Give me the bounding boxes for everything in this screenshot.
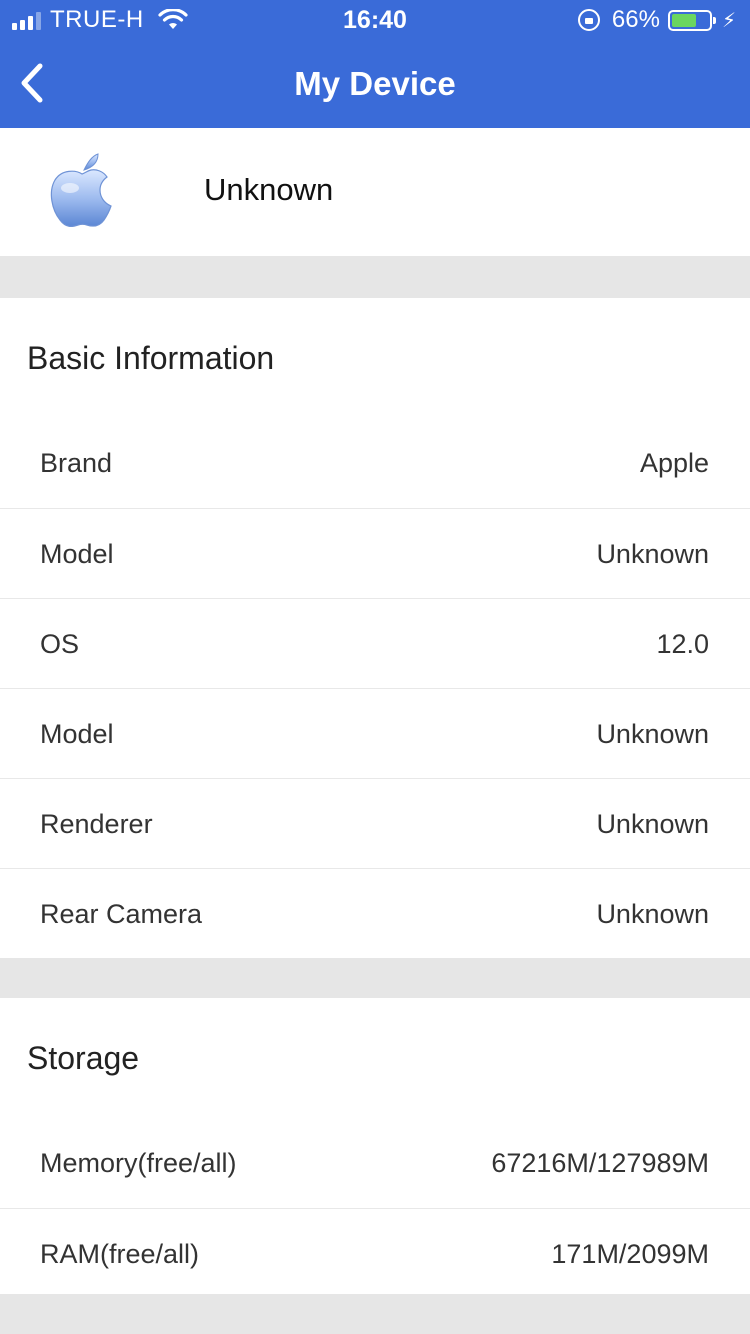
rotation-lock-icon — [577, 9, 600, 31]
info-row-renderer: Renderer Unknown — [0, 778, 750, 868]
row-value: 171M/2099M — [551, 1239, 709, 1269]
storage-section: Storage Memory(free/all) 67216M/127989M … — [0, 998, 750, 1294]
row-label: OS — [40, 629, 80, 659]
device-name: Unknown — [204, 172, 334, 207]
row-value: Unknown — [596, 809, 709, 839]
nav-bar: My Device — [0, 40, 750, 128]
row-value: Apple — [639, 448, 709, 478]
battery-percent: 66% — [611, 6, 660, 33]
storage-row-memory: Memory(free/all) 67216M/127989M — [0, 1118, 750, 1208]
row-label: Rear Camera — [40, 899, 203, 929]
status-right: 66% ⚡ — [577, 6, 736, 34]
info-row-model-2: Model Unknown — [0, 688, 750, 778]
row-label: Brand — [40, 448, 113, 478]
section-title: Basic Information — [27, 340, 275, 376]
row-label: Model — [40, 719, 114, 749]
row-label: RAM(free/all) — [40, 1239, 200, 1269]
page-title: My Device — [294, 65, 456, 102]
status-bar: TRUE-H 16:40 66% ⚡ — [0, 0, 750, 40]
row-label: Renderer — [40, 809, 153, 839]
row-value: Unknown — [596, 899, 709, 929]
section-title: Storage — [27, 1040, 140, 1076]
basic-information-section: Basic Information Brand Apple Model Unkn… — [0, 298, 750, 958]
info-row-rear-camera: Rear Camera Unknown — [0, 868, 750, 958]
battery-fill — [671, 13, 696, 27]
row-label: Model — [40, 539, 114, 569]
battery-icon — [667, 9, 716, 31]
info-row-os: OS 12.0 — [0, 598, 750, 688]
row-value: 67216M/127989M — [491, 1148, 709, 1178]
device-header: Unknown — [0, 128, 750, 256]
storage-row-ram: RAM(free/all) 171M/2099M — [0, 1208, 750, 1298]
row-value: Unknown — [596, 539, 709, 569]
row-value: Unknown — [596, 719, 709, 749]
charging-icon: ⚡ — [721, 9, 736, 32]
apple-logo-icon — [50, 153, 112, 228]
info-row-model: Model Unknown — [0, 508, 750, 598]
row-value: 12.0 — [656, 629, 709, 659]
info-row-brand: Brand Apple — [0, 418, 750, 508]
row-label: Memory(free/all) — [40, 1148, 237, 1178]
